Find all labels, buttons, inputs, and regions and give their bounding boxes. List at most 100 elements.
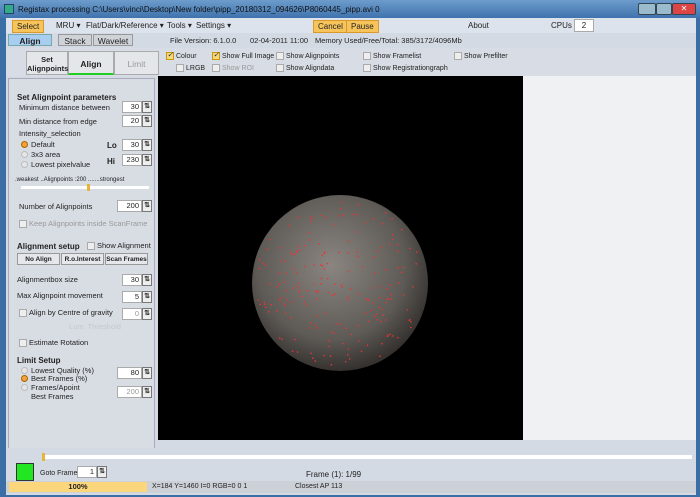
slider-thumb[interactable] — [87, 184, 90, 191]
min-edge-spinner[interactable]: 20 ⇅ — [122, 115, 152, 127]
show-prefilter-label: Show Prefilter — [464, 52, 508, 60]
tab-wavelet[interactable]: Wavelet — [93, 34, 133, 46]
colour-checkbox[interactable]: Colour — [166, 50, 197, 60]
spinner-arrows-icon[interactable]: ⇅ — [142, 139, 152, 151]
tab-align[interactable]: Align — [8, 34, 52, 46]
tab-bar: Align Stack Wavelet File Version: 6.1.0.… — [6, 33, 696, 47]
menu-about[interactable]: About — [464, 20, 493, 31]
spinner-arrows-icon[interactable]: ⇅ — [142, 291, 152, 303]
alignpoint-marker — [370, 309, 372, 312]
alignpoint-marker — [384, 211, 387, 214]
estimate-rotation-checkbox[interactable]: Estimate Rotation — [19, 338, 88, 347]
cancel-button[interactable]: Cancel — [313, 20, 348, 33]
show-framelist-checkbox[interactable]: Show Framelist — [363, 52, 421, 60]
best-frames-pct-spinner[interactable]: 80 ⇅ — [117, 367, 152, 379]
hi-value[interactable]: 230 — [122, 154, 142, 166]
min-edge-value[interactable]: 20 — [122, 115, 142, 127]
show-alignpoints-checkbox[interactable]: Show Alignpoints — [276, 52, 339, 60]
alignpoint-marker — [347, 348, 350, 350]
best-frames-pct-value[interactable]: 80 — [117, 367, 142, 379]
show-prefilter-checkbox[interactable]: Show Prefilter — [454, 52, 508, 60]
image-viewer[interactable] — [158, 76, 523, 440]
centre-of-gravity-label: Align by Centre of gravity — [29, 308, 113, 317]
show-full-image-checkbox[interactable]: Show Full Image — [212, 50, 274, 60]
alignpoint-marker — [328, 339, 330, 342]
tab-stack[interactable]: Stack — [58, 34, 92, 46]
set-alignpoints-button[interactable]: Set Alignpoints — [26, 51, 68, 75]
alignpoint-marker — [365, 312, 367, 314]
alignmentbox-size-value[interactable]: 30 — [122, 274, 142, 286]
menu-select[interactable]: Select — [12, 20, 45, 33]
minimize-button[interactable] — [638, 3, 656, 15]
spinner-arrows-icon[interactable]: ⇅ — [97, 466, 107, 478]
show-alignment-checkbox[interactable]: Show Alignment — [87, 241, 151, 250]
menu-tools[interactable]: Tools ▾ — [163, 20, 196, 31]
cpus-select[interactable]: 2 — [574, 19, 594, 32]
alignpoints-slider[interactable] — [21, 184, 149, 191]
min-distance-spinner[interactable]: 30 ⇅ — [122, 101, 152, 113]
alignpoint-marker — [409, 247, 411, 250]
lum-threshold-value[interactable]: 0 — [122, 308, 142, 320]
max-movement-spinner[interactable]: 5 ⇅ — [122, 291, 152, 303]
number-of-alignpoints-spinner[interactable]: 200 ⇅ — [117, 200, 152, 212]
spinner-arrows-icon[interactable]: ⇅ — [142, 308, 152, 320]
lrgb-checkbox[interactable]: LRGB — [176, 64, 205, 72]
goto-frame-value[interactable]: 1 — [77, 466, 97, 478]
menu-settings[interactable]: Settings ▾ — [192, 20, 235, 31]
goto-frame-spinner[interactable]: 1 ⇅ — [77, 466, 107, 478]
menu-mru[interactable]: MRU ▾ — [52, 20, 84, 31]
show-aligndata-checkbox[interactable]: Show Aligndata — [276, 64, 334, 72]
pause-button[interactable]: Pause — [346, 20, 379, 33]
alignpoint-marker — [297, 245, 300, 248]
spinner-arrows-icon[interactable]: ⇅ — [142, 154, 152, 166]
hi-spinner[interactable]: 230 ⇅ — [122, 154, 152, 166]
lo-spinner[interactable]: 30 ⇅ — [122, 139, 152, 151]
alignpoint-marker — [385, 319, 388, 321]
spinner-arrows-icon[interactable]: ⇅ — [142, 101, 152, 113]
close-button[interactable]: ✕ — [672, 3, 696, 15]
default-radio[interactable]: Default — [21, 140, 55, 149]
centre-of-gravity-checkbox[interactable]: Align by Centre of gravity — [19, 308, 113, 317]
alignpoint-marker — [360, 350, 363, 353]
3x3-area-radio[interactable]: 3x3 area — [21, 150, 60, 159]
show-registrationgraph-checkbox[interactable]: Show Registrationgraph — [363, 64, 448, 72]
alignpoint-marker — [391, 234, 394, 236]
lum-threshold-spinner[interactable]: 0 ⇅ — [122, 308, 152, 320]
alignpoint-marker — [276, 310, 279, 313]
spinner-arrows-icon[interactable]: ⇅ — [142, 274, 152, 286]
no-align-button[interactable]: No Align — [17, 253, 60, 265]
progress-bar: 100% — [9, 482, 147, 492]
spinner-arrows-icon[interactable]: ⇅ — [142, 200, 152, 212]
best-frames-spinner[interactable]: 200 ⇅ — [117, 386, 152, 398]
alignpoint-marker — [379, 320, 382, 323]
alignpoint-marker — [348, 358, 351, 360]
limit-button[interactable]: Limit — [114, 51, 159, 75]
min-distance-value[interactable]: 30 — [122, 101, 142, 113]
keep-alignpoints-checkbox[interactable]: Keep Alignpoints inside ScanFrame — [19, 219, 147, 228]
region-of-interest-button[interactable]: R.o.Interest — [61, 253, 104, 265]
lo-value[interactable]: 30 — [122, 139, 142, 151]
alignpoint-marker — [317, 290, 320, 293]
show-alignpoints-label: Show Alignpoints — [286, 52, 340, 60]
best-frames-value[interactable]: 200 — [117, 386, 142, 398]
scan-frames-button[interactable]: Scan Frames — [105, 253, 148, 265]
show-roi-checkbox[interactable]: Show ROI — [212, 64, 254, 72]
alignpoint-marker — [323, 251, 326, 253]
frame-slider[interactable] — [42, 453, 692, 461]
alignpoint-marker — [392, 238, 395, 241]
alignpoint-marker — [380, 285, 383, 288]
lowest-pixelvalue-radio[interactable]: Lowest pixelvalue — [21, 160, 90, 169]
menu-flat-dark-reference[interactable]: Flat/Dark/Reference ▾ — [82, 20, 168, 31]
spinner-arrows-icon[interactable]: ⇅ — [142, 367, 152, 379]
spinner-arrows-icon[interactable]: ⇅ — [142, 386, 152, 398]
frames-per-apoint-radio[interactable]: Frames/Apoint — [21, 383, 80, 392]
max-movement-value[interactable]: 5 — [122, 291, 142, 303]
best-frames-pct-radio[interactable]: Best Frames (%) — [21, 374, 87, 383]
maximize-button[interactable] — [656, 3, 672, 15]
best-frames-label: Best Frames — [31, 392, 74, 401]
number-of-alignpoints-value[interactable]: 200 — [117, 200, 142, 212]
frame-slider-thumb[interactable] — [42, 453, 45, 461]
align-button[interactable]: Align — [68, 51, 114, 75]
alignmentbox-size-spinner[interactable]: 30 ⇅ — [122, 274, 152, 286]
spinner-arrows-icon[interactable]: ⇅ — [142, 115, 152, 127]
